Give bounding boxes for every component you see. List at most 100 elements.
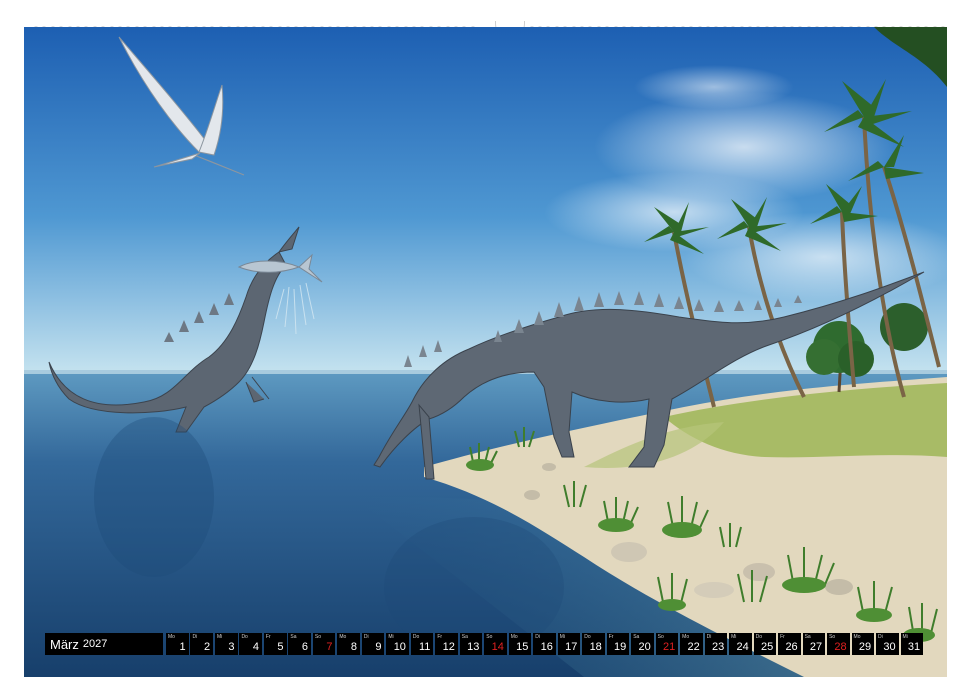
calendar-day: Sa 20 <box>631 633 654 655</box>
day-number: 10 <box>393 641 406 653</box>
day-number: 19 <box>614 641 627 653</box>
weekday-abbrev: Do <box>584 634 591 640</box>
calendar-day: So 21 <box>655 633 679 655</box>
day-number: 22 <box>687 641 700 653</box>
calendar-day: Mo 1 <box>165 633 189 655</box>
reflection <box>94 417 214 577</box>
day-number: 11 <box>419 641 431 653</box>
weekday-abbrev: Mo <box>339 634 347 640</box>
calendar-day: Sa 6 <box>288 633 311 655</box>
weekday-abbrev: Sa <box>290 634 297 640</box>
rock <box>743 563 775 581</box>
calendar-strip: März 2027 Mo 1 Di 2 Mi 3 Do 4 Fr 5 Sa 6 So 7 Mo 8 Di 9 Mi 1… <box>45 633 925 655</box>
day-number: 3 <box>228 641 235 653</box>
calendar-day: Mo 15 <box>508 633 532 655</box>
weekday-abbrev: Sa <box>461 634 468 640</box>
day-number: 30 <box>883 641 896 653</box>
day-number: 17 <box>565 641 578 653</box>
weekday-abbrev: Fr <box>780 634 785 640</box>
day-number: 12 <box>442 641 455 653</box>
weekday-abbrev: Mo <box>682 634 690 640</box>
day-number: 15 <box>516 641 529 653</box>
year: 2027 <box>82 638 108 650</box>
day-number: 8 <box>350 641 357 653</box>
calendar-day: Sa 27 <box>802 633 826 655</box>
calendar-day: Fr 19 <box>606 633 630 655</box>
calendar-day: Sa 13 <box>459 633 483 655</box>
weekday-abbrev: Do <box>755 634 763 640</box>
calendar-day: Fr 5 <box>263 633 287 655</box>
calendar-day: Do 4 <box>239 633 263 655</box>
calendar-day: Mi 31 <box>900 633 924 655</box>
weekday-abbrev: Fr <box>265 634 271 640</box>
weekday-abbrev: Mi <box>731 634 737 640</box>
day-number: 28 <box>834 641 847 653</box>
weekday-abbrev: Mo <box>510 634 518 640</box>
calendar-day: Mi 3 <box>214 633 238 655</box>
weekday-abbrev: So <box>486 634 493 640</box>
day-number: 29 <box>858 641 872 653</box>
day-number: 13 <box>467 641 480 653</box>
weekday-abbrev: So <box>314 634 322 640</box>
day-number: 7 <box>326 641 333 653</box>
calendar-day: Fr 26 <box>778 633 801 655</box>
calendar-day: Mi 24 <box>729 633 752 655</box>
month-label-box: März 2027 <box>45 633 163 655</box>
weekday-abbrev: Mi <box>216 634 223 640</box>
calendar-day: Do 25 <box>753 633 777 655</box>
rock <box>694 582 734 598</box>
calendar-photo <box>24 27 947 677</box>
rock <box>611 542 647 562</box>
weekday-abbrev: Sa <box>804 634 811 640</box>
weekday-abbrev: Di <box>535 634 540 640</box>
calendar-day: Do 18 <box>582 633 605 655</box>
day-number: 23 <box>711 641 725 653</box>
calendar-day: Mo 8 <box>337 633 360 655</box>
day-number: 14 <box>491 641 504 653</box>
day-number: 20 <box>638 641 651 653</box>
day-number: 4 <box>252 641 260 653</box>
day-number: 31 <box>907 641 921 653</box>
weekday-abbrev: Di <box>192 634 198 640</box>
calendar-day: So 14 <box>484 633 507 655</box>
cloud <box>634 65 794 109</box>
day-number: 6 <box>301 641 308 653</box>
day-number: 1 <box>179 641 186 653</box>
rock <box>825 579 853 595</box>
day-number: 25 <box>760 641 774 653</box>
calendar-page: März 2027 Mo 1 Di 2 Mi 3 Do 4 Fr 5 Sa 6 So 7 Mo 8 Di 9 Mi 1… <box>0 0 971 700</box>
weekday-abbrev: Do <box>412 634 420 640</box>
weekday-abbrev: Sa <box>633 634 640 640</box>
weekday-abbrev: So <box>657 634 664 640</box>
calendar-day: Di 9 <box>361 633 385 655</box>
calendar-day: Di 30 <box>876 633 899 655</box>
day-number: 24 <box>736 641 749 653</box>
calendar-day: So 7 <box>312 633 336 655</box>
weekday-abbrev: Di <box>706 634 712 640</box>
weekday-abbrev: Fr <box>608 634 614 640</box>
day-number: 5 <box>277 641 284 653</box>
weekday-abbrev: Do <box>241 634 248 640</box>
day-number: 18 <box>589 641 602 653</box>
day-number: 21 <box>663 641 676 653</box>
weekday-abbrev: Mi <box>559 634 566 640</box>
rock <box>542 463 556 471</box>
calendar-day: Di 23 <box>704 633 728 655</box>
calendar-day: Mo 22 <box>680 633 703 655</box>
calendar-day: Di 2 <box>190 633 214 655</box>
days-row: Mo 1 Di 2 Mi 3 Do 4 Fr 5 Sa 6 So 7 Mo 8 Di 9 Mi 10 Do 11 Fr 12 S… <box>165 633 925 655</box>
calendar-day: Mo 29 <box>851 633 875 655</box>
rock <box>524 490 540 500</box>
weekday-abbrev: Mo <box>853 634 861 640</box>
month-name: März <box>50 636 79 652</box>
calendar-day: Mi 10 <box>386 633 409 655</box>
day-number: 2 <box>203 641 211 653</box>
weekday-abbrev: Mi <box>902 634 908 640</box>
day-number: 26 <box>785 641 798 653</box>
weekday-abbrev: Di <box>878 634 883 640</box>
day-number: 16 <box>540 641 553 653</box>
weekday-abbrev: Fr <box>437 634 443 640</box>
day-number: 27 <box>809 641 823 653</box>
day-number: 9 <box>375 641 382 653</box>
calendar-day: So 28 <box>827 633 850 655</box>
